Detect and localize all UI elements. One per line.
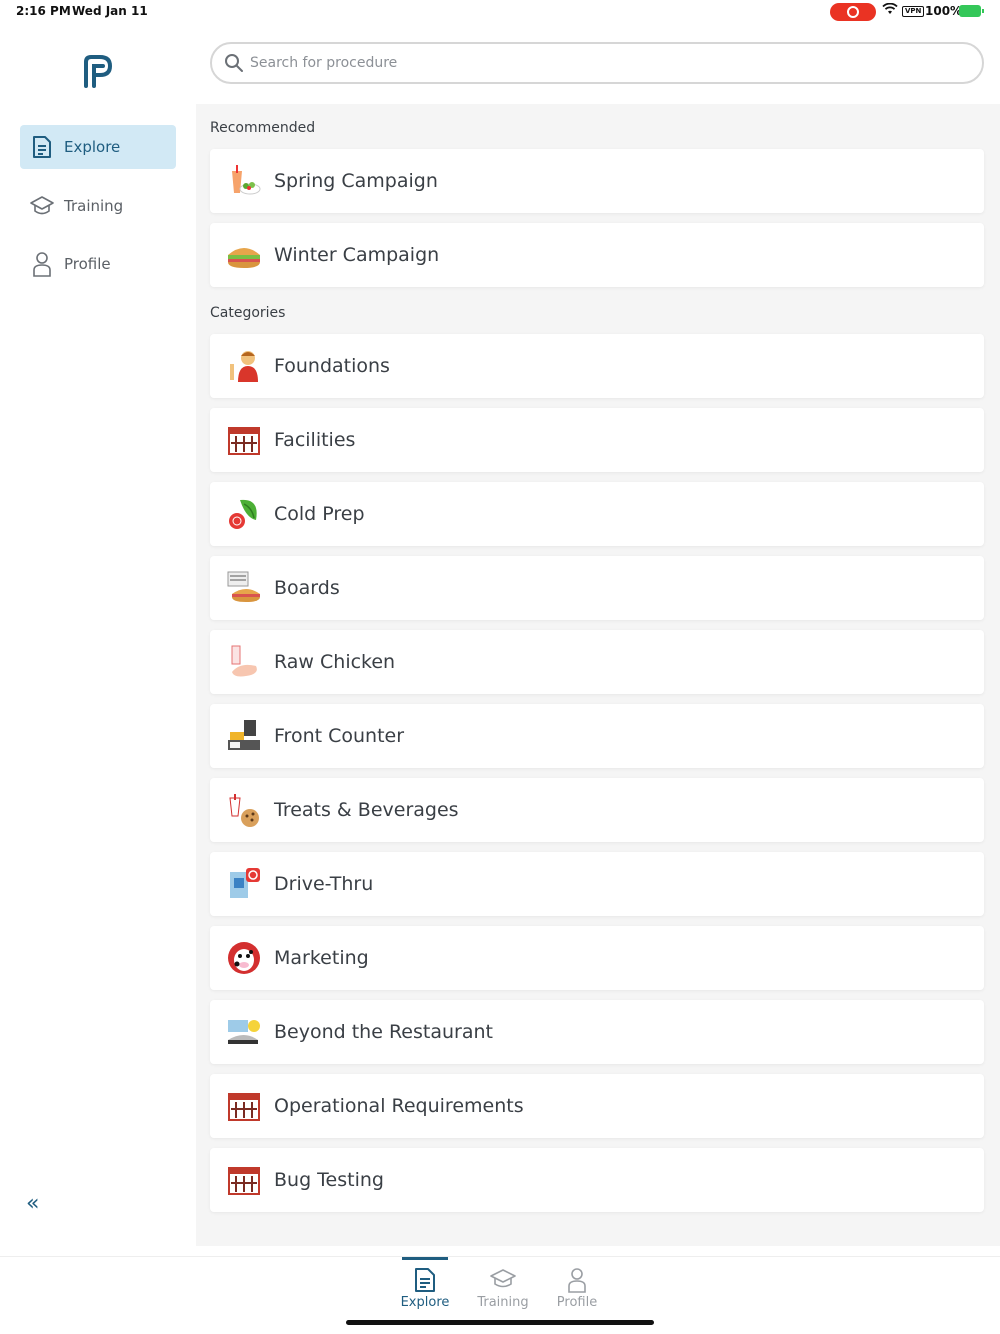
list-item-cold-prep[interactable]: Cold Prep [210,482,984,546]
register-icon [226,718,262,754]
recommended-title: Recommended [210,120,316,136]
list-item-label: Spring Campaign [274,170,438,192]
list-item-facilities[interactable]: Facilities [210,408,984,472]
list-item-label: Raw Chicken [274,651,396,673]
list-item-bug-testing[interactable]: Bug Testing [210,1148,984,1212]
list-item-beyond-the-restaurant[interactable]: Beyond the Restaurant [210,1000,984,1064]
list-item-operational-requirements[interactable]: Operational Requirements [210,1074,984,1138]
tab-label: Training [477,1295,529,1310]
search-bar-container [196,24,1000,104]
sidebar-item-explore[interactable]: Explore [20,125,176,169]
search-field[interactable] [210,42,984,84]
restaurant-building-icon [226,1088,262,1124]
list-item-winter-campaign[interactable]: Winter Campaign [210,223,984,287]
list-item-label: Facilities [274,429,356,451]
sidebar-item-profile[interactable]: Profile [20,242,176,286]
list-item-label: Front Counter [274,725,405,747]
brand-logo-icon[interactable] [82,54,114,88]
drive-thru-icon [226,866,262,902]
sidebar-item-label: Profile [64,255,111,273]
list-item-boards[interactable]: Boards [210,556,984,620]
raw-chicken-icon [226,644,262,680]
cookie-drink-icon [226,792,262,828]
list-item-label: Foundations [274,355,390,377]
lettuce-tomato-icon [226,496,262,532]
list-item-label: Beyond the Restaurant [274,1021,493,1043]
sandwich-icon [226,237,262,273]
tab-training[interactable]: Training [468,1257,538,1317]
restaurant-building-icon [226,1162,262,1198]
graduation-cap-icon [30,194,54,218]
catering-icon [226,1014,262,1050]
drink-salad-icon [226,163,262,199]
document-icon [412,1267,438,1293]
list-item-label: Drive-Thru [274,873,374,895]
battery-percent: 100% [925,4,963,18]
list-item-label: Bug Testing [274,1169,384,1191]
sidebar-item-training[interactable]: Training [20,184,176,228]
list-item-front-counter[interactable]: Front Counter [210,704,984,768]
list-item-label: Cold Prep [274,503,365,525]
list-item-label: Boards [274,577,340,599]
list-item-label: Treats & Beverages [274,799,459,821]
tab-profile[interactable]: Profile [542,1257,612,1317]
list-item-foundations[interactable]: Foundations [210,334,984,398]
cow-icon [226,940,262,976]
document-icon [30,135,54,159]
sidebar: Explore Training Profile « [0,24,196,1246]
list-item-spring-campaign[interactable]: Spring Campaign [210,149,984,213]
screen-recording-icon[interactable] [830,3,876,21]
battery-icon [959,5,984,17]
list-item-raw-chicken[interactable]: Raw Chicken [210,630,984,694]
tab-label: Explore [400,1295,450,1310]
list-item-label: Operational Requirements [274,1095,524,1117]
list-item-label: Marketing [274,947,369,969]
status-bar: 2:16 PM Wed Jan 11 VPN 100% [0,0,1000,24]
list-item-drive-thru[interactable]: Drive-Thru [210,852,984,916]
wifi-icon [882,2,898,19]
restaurant-building-icon [226,422,262,458]
person-icon [30,252,54,277]
search-icon [224,53,244,73]
status-date: Wed Jan 11 [72,4,148,18]
list-item-label: Winter Campaign [274,244,440,266]
tab-explore[interactable]: Explore [390,1257,460,1317]
list-item-treats-beverages[interactable]: Treats & Beverages [210,778,984,842]
sidebar-item-label: Explore [64,138,121,156]
graduation-cap-icon [490,1267,516,1293]
search-input[interactable] [250,55,850,71]
sidebar-item-label: Training [64,197,124,215]
list-item-marketing[interactable]: Marketing [210,926,984,990]
person-icon [564,1267,590,1293]
menu-board-icon [226,570,262,606]
main-content: Recommended Spring Campaign Winter Campa… [196,24,1000,1246]
collapse-sidebar-button[interactable]: « [26,1193,48,1216]
vpn-badge: VPN [902,6,925,17]
status-time: 2:16 PM [16,4,71,18]
tab-label: Profile [556,1295,598,1310]
team-member-icon [226,348,262,384]
categories-title: Categories [210,305,286,321]
home-indicator[interactable] [346,1320,654,1325]
